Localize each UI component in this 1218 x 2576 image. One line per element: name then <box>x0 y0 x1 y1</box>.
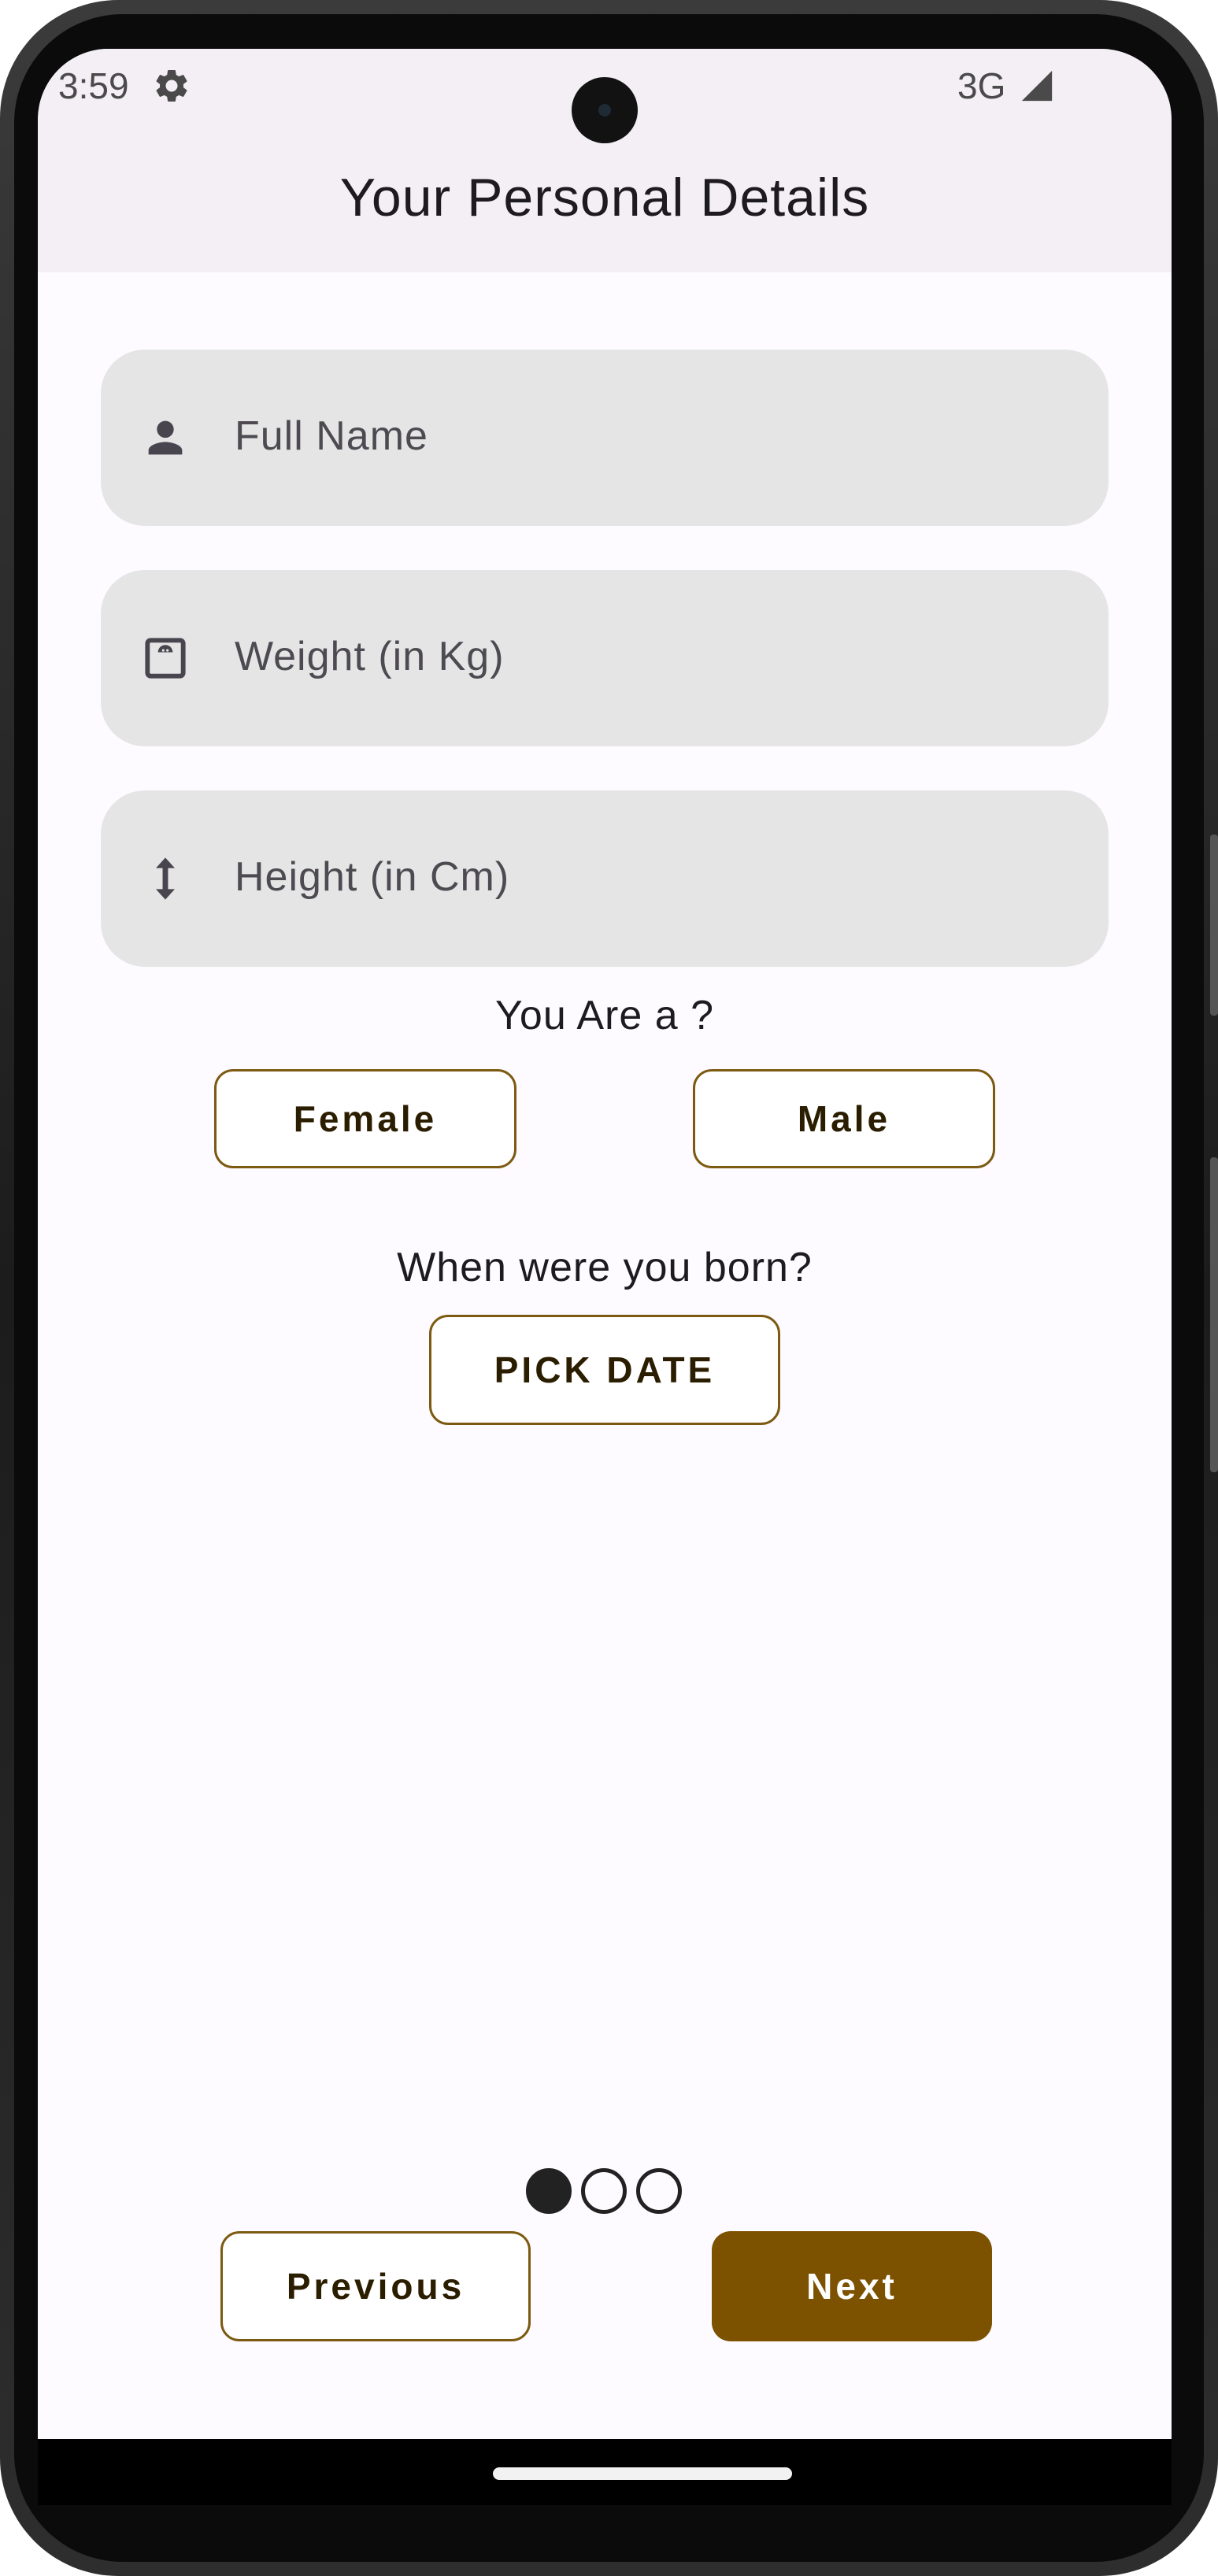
gender-question: You Are a ? <box>495 993 714 1038</box>
height-field[interactable]: Height (in Cm) <box>101 790 1109 967</box>
page-indicator-3 <box>636 2168 682 2214</box>
page-title: Your Personal Details <box>339 168 870 228</box>
weight-placeholder: Weight (in Kg) <box>235 634 505 679</box>
person-icon <box>148 420 183 455</box>
app-screen: 3:59 3G Your Personal Details Full Name … <box>38 49 1172 2439</box>
previous-button[interactable]: Previous <box>220 2231 531 2341</box>
page-indicator-1 <box>526 2168 572 2214</box>
home-gesture-handle[interactable] <box>493 2467 792 2480</box>
power-button <box>1210 835 1218 1016</box>
app-bar: 3:59 3G Your Personal Details <box>38 49 1172 272</box>
vertical-arrows-icon <box>156 857 175 900</box>
front-camera <box>572 77 638 143</box>
full-name-placeholder: Full Name <box>235 413 428 459</box>
birth-question: When were you born? <box>397 1245 813 1290</box>
volume-button <box>1210 1157 1218 1472</box>
gear-icon <box>156 69 187 102</box>
height-placeholder: Height (in Cm) <box>235 854 510 900</box>
female-button[interactable]: Female <box>214 1069 516 1168</box>
weight-field[interactable]: Weight (in Kg) <box>101 570 1109 746</box>
system-navigation-bar <box>38 2439 1172 2505</box>
status-time: 3:59 <box>58 65 129 106</box>
scale-icon <box>145 638 186 679</box>
male-button[interactable]: Male <box>693 1069 995 1168</box>
pick-date-button[interactable]: PICK DATE <box>429 1315 780 1425</box>
signal-icon <box>1021 70 1053 102</box>
next-button[interactable]: Next <box>712 2231 992 2341</box>
page-indicator-2 <box>581 2168 627 2214</box>
network-type: 3G <box>957 65 1006 106</box>
full-name-field[interactable]: Full Name <box>101 350 1109 526</box>
